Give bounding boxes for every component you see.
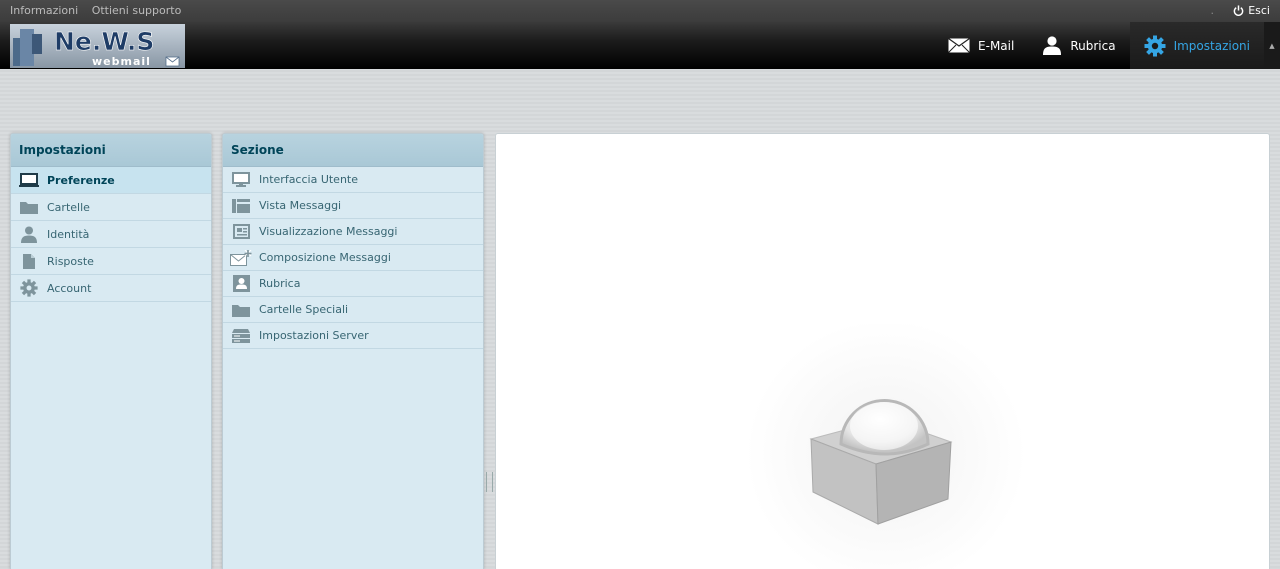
nav-contacts-button[interactable]: Rubrica [1028, 22, 1129, 69]
caret-up-icon: ▲ [1269, 42, 1275, 50]
section-item-message-display[interactable]: Visualizzazione Messaggi [223, 219, 483, 245]
svg-text:webmail: webmail [92, 55, 151, 68]
power-icon [1233, 5, 1244, 16]
news-webmail-logo[interactable]: Ne.W.S webmail [10, 24, 185, 68]
contact-card-icon [223, 275, 259, 292]
gear-icon [11, 279, 47, 297]
nav-mail-label: E-Mail [978, 38, 1015, 53]
logout-button[interactable]: Esci [1233, 4, 1270, 17]
document-icon [11, 253, 47, 269]
sections-panel-title: Sezione [223, 134, 483, 167]
section-item-label: Impostazioni Server [259, 329, 369, 342]
preferences-content-frame [495, 133, 1270, 569]
section-item-label: Interfaccia Utente [259, 173, 359, 186]
settings-item-account[interactable]: Account [11, 275, 211, 302]
folder-icon [223, 303, 259, 317]
server-icon [223, 328, 259, 343]
compose-icon [223, 249, 259, 266]
top-link-bar: Informazioni Ottieni supporto . Esci [0, 0, 1280, 22]
panel-splitter[interactable] [486, 472, 493, 492]
logout-label: Esci [1248, 4, 1270, 17]
app-header: Ne.W.S webmail E-Mail Rubrica Impostazio… [0, 22, 1280, 69]
section-item-label: Cartelle Speciali [259, 303, 349, 316]
section-item-label: Vista Messaggi [259, 199, 342, 212]
section-item-mailbox-view[interactable]: Vista Messaggi [223, 193, 483, 219]
section-item-label: Rubrica [259, 277, 301, 290]
section-item-special-folders[interactable]: Cartelle Speciali [223, 297, 483, 323]
settings-tabs-panel: Impostazioni Preferenze Cartelle Identit… [10, 133, 212, 569]
main-area: Impostazioni Preferenze Cartelle Identit… [0, 69, 1280, 569]
nav-mail-button[interactable]: E-Mail [934, 22, 1028, 69]
settings-item-label: Risposte [47, 254, 94, 268]
settings-item-identities[interactable]: Identità [11, 221, 211, 248]
settings-item-label: Preferenze [47, 173, 115, 187]
separator-dot: . [1210, 4, 1215, 17]
nav-settings-label: Impostazioni [1173, 38, 1250, 53]
section-item-server-settings[interactable]: Impostazioni Server [223, 323, 483, 349]
envelope-icon [948, 38, 970, 53]
svg-text:Ne.W.S: Ne.W.S [54, 27, 154, 56]
settings-item-label: Cartelle [47, 200, 90, 214]
nav-collapse-toggle[interactable]: ▲ [1264, 22, 1280, 69]
support-link[interactable]: Ottieni supporto [92, 4, 182, 17]
message-view-icon [223, 224, 259, 239]
person-icon [11, 226, 47, 243]
gear-icon [1144, 35, 1166, 56]
section-item-label: Visualizzazione Messaggi [259, 225, 398, 238]
sections-panel: Sezione Interfaccia Utente Vista Messagg… [222, 133, 484, 569]
nav-settings-button[interactable]: Impostazioni [1129, 22, 1264, 69]
settings-item-preferences[interactable]: Preferenze [11, 167, 211, 194]
main-nav: E-Mail Rubrica Impostazioni ▲ [934, 22, 1280, 69]
monitor-icon [223, 172, 259, 187]
nav-contacts-label: Rubrica [1070, 38, 1116, 53]
settings-item-label: Account [47, 281, 92, 295]
settings-item-responses[interactable]: Risposte [11, 248, 211, 275]
section-item-label: Composizione Messaggi [259, 251, 391, 264]
about-link[interactable]: Informazioni [10, 4, 78, 17]
settings-item-label: Identità [47, 227, 90, 241]
settings-item-folders[interactable]: Cartelle [11, 194, 211, 221]
person-icon [1043, 36, 1062, 55]
section-item-composing[interactable]: Composizione Messaggi [223, 245, 483, 271]
layout-icon [223, 198, 259, 213]
roundcube-watermark-icon [746, 324, 1026, 569]
monitor-icon [11, 172, 47, 188]
settings-panel-title: Impostazioni [11, 134, 211, 167]
section-item-addressbook[interactable]: Rubrica [223, 271, 483, 297]
folder-icon [11, 200, 47, 214]
section-item-user-interface[interactable]: Interfaccia Utente [223, 167, 483, 193]
top-links: Informazioni Ottieni supporto [10, 4, 191, 17]
